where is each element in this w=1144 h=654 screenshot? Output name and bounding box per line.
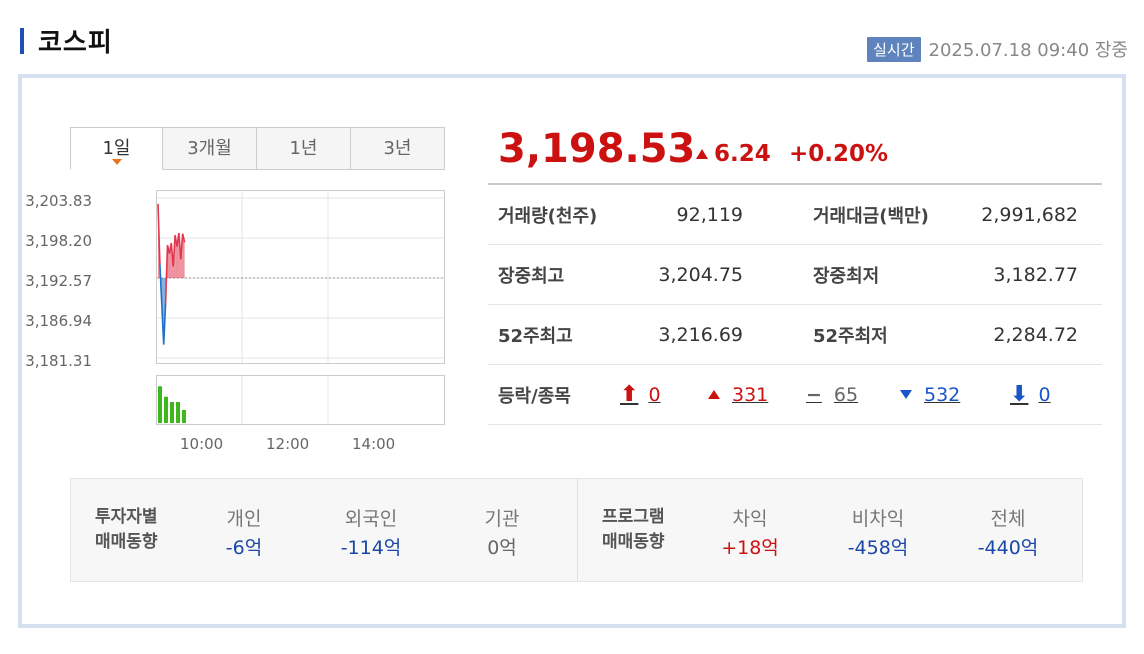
volume-bar — [182, 409, 186, 423]
stats-table: 거래량(천주) 92,119 거래대금(백만) 2,991,682 장중최고 3… — [488, 183, 1102, 425]
up-triangle-icon — [696, 149, 708, 159]
price-change: 6.24 — [696, 141, 771, 167]
tab-label: 1일 — [102, 138, 131, 159]
falling-count[interactable]: 532 — [900, 384, 1010, 406]
current-price: 3,198.53 — [498, 126, 696, 172]
arbitrage-col: 차익 +18억 — [695, 505, 805, 563]
foreign-value: -114억 — [340, 537, 402, 559]
volume-bar — [164, 396, 168, 423]
heading-line: 프로그램 — [602, 507, 665, 527]
foreign-label: 외국인 — [344, 508, 398, 530]
timestamp: 2025.07.18 09:40 장중 — [928, 40, 1129, 61]
change-percent: +0.20% — [789, 141, 889, 167]
intraday-low-label: 장중최저 — [813, 265, 880, 287]
y-tick-label: 3,186.94 — [25, 312, 92, 330]
tab-3year[interactable]: 3년 — [351, 127, 445, 170]
intraday-high-value: 3,204.75 — [658, 263, 743, 286]
program-trading: 프로그램 매매동향 차익 +18억 비차익 -458억 전체 -440억 — [578, 479, 1082, 581]
non-arbitrage-col: 비차익 -458억 — [823, 505, 933, 563]
upper-limit-value: 0 — [648, 383, 661, 406]
investor-heading: 투자자별 매매동향 — [95, 505, 158, 555]
lower-limit-count[interactable]: ⬇ 0 — [1010, 382, 1070, 407]
heading-line: 매매동향 — [602, 532, 665, 552]
stat-row: 거래량(천주) 92,119 거래대금(백만) 2,991,682 — [488, 185, 1102, 245]
volume-frame — [156, 375, 445, 425]
flat-dash-icon: − — [806, 383, 822, 406]
week52-low-label: 52주최저 — [813, 325, 888, 347]
program-heading: 프로그램 매매동향 — [602, 505, 665, 555]
week52-high-label: 52주최고 — [498, 325, 573, 347]
price-chart — [156, 190, 445, 364]
chart-frame — [156, 190, 445, 364]
tab-1year[interactable]: 1년 — [257, 127, 351, 170]
x-tick-label: 12:00 — [266, 435, 310, 453]
institution-col: 기관 0억 — [447, 505, 557, 563]
y-tick-label: 3,181.31 — [25, 352, 92, 370]
arbitrage-value: +18억 — [721, 537, 779, 559]
heading-line: 매매동향 — [95, 532, 158, 552]
page-header: 코스피 — [20, 22, 113, 59]
y-tick-label: 3,198.20 — [25, 232, 92, 250]
up-triangle-icon — [708, 390, 720, 399]
updown-label: 등락/종목 — [498, 385, 571, 407]
week52-low-value: 2,284.72 — [993, 323, 1078, 346]
volume-label: 거래량(천주) — [498, 205, 598, 227]
x-tick-label: 10:00 — [180, 435, 224, 453]
market-status: 실시간 2025.07.18 09:40 장중 — [867, 36, 1128, 62]
y-tick-label: 3,192.57 — [25, 272, 92, 290]
individual-col: 개인 -6억 — [189, 505, 299, 563]
tab-3month[interactable]: 3개월 — [163, 127, 257, 170]
upper-limit-count[interactable]: ⬆ 0 — [620, 382, 708, 407]
upper-limit-arrow-icon: ⬆ — [620, 382, 639, 407]
total-label: 전체 — [990, 508, 1026, 530]
x-tick-label: 14:00 — [352, 435, 396, 453]
stat-row: 장중최고 3,204.75 장중최저 3,182.77 — [488, 245, 1102, 305]
volume-bar — [176, 402, 180, 423]
tab-label: 3년 — [383, 138, 412, 159]
trade-value: 2,991,682 — [981, 203, 1078, 226]
volume-bar — [158, 386, 162, 423]
non-arbitrage-value: -458억 — [847, 537, 909, 559]
change-value: 6.24 — [714, 141, 771, 167]
page-title: 코스피 — [38, 28, 113, 58]
lower-limit-arrow-icon: ⬇ — [1010, 382, 1029, 407]
rising-count[interactable]: 331 — [708, 384, 806, 406]
y-tick-label: 3,203.83 — [25, 192, 92, 210]
updown-row: 등락/종목 ⬆ 0 331 − 65 532 ⬇ 0 — [488, 365, 1102, 425]
tab-label: 3개월 — [187, 138, 232, 159]
falling-value: 532 — [924, 383, 961, 406]
institution-label: 기관 — [484, 508, 520, 530]
total-col: 전체 -440억 — [953, 505, 1063, 563]
flat-count[interactable]: − 65 — [806, 384, 900, 406]
rising-value: 331 — [732, 383, 769, 406]
individual-label: 개인 — [226, 508, 262, 530]
intraday-high-label: 장중최고 — [498, 265, 565, 287]
volume-chart — [156, 375, 445, 425]
investor-trading: 투자자별 매매동향 개인 -6억 외국인 -114억 기관 0억 — [71, 479, 578, 581]
foreign-col: 외국인 -114억 — [316, 505, 426, 563]
stat-row: 52주최고 3,216.69 52주최저 2,284.72 — [488, 305, 1102, 365]
investor-box: 투자자별 매매동향 개인 -6억 외국인 -114억 기관 0억 프로그램 매매… — [70, 478, 1083, 582]
trade-value-label: 거래대금(백만) — [813, 205, 929, 227]
flat-value: 65 — [833, 383, 859, 406]
tab-label: 1년 — [289, 138, 318, 159]
arbitrage-label: 차익 — [732, 508, 768, 530]
volume-value: 92,119 — [676, 203, 743, 226]
title-accent-bar — [20, 27, 24, 54]
non-arbitrage-label: 비차익 — [851, 508, 905, 530]
live-badge: 실시간 — [867, 36, 921, 62]
active-caret-icon — [111, 159, 122, 165]
individual-value: -6억 — [225, 537, 263, 559]
institution-value: 0억 — [487, 537, 517, 559]
total-value: -440억 — [977, 537, 1039, 559]
heading-line: 투자자별 — [95, 507, 158, 527]
lower-limit-value: 0 — [1038, 383, 1051, 406]
period-tabs: 1일 3개월 1년 3년 — [70, 127, 445, 170]
index-panel: 1일 3개월 1년 3년 3,203.83 3,198.20 3,192.57 … — [18, 74, 1126, 628]
volume-bar — [170, 402, 174, 423]
tab-1day[interactable]: 1일 — [70, 127, 163, 170]
down-triangle-icon — [900, 390, 912, 399]
week52-high-value: 3,216.69 — [658, 323, 743, 346]
intraday-low-value: 3,182.77 — [993, 263, 1078, 286]
